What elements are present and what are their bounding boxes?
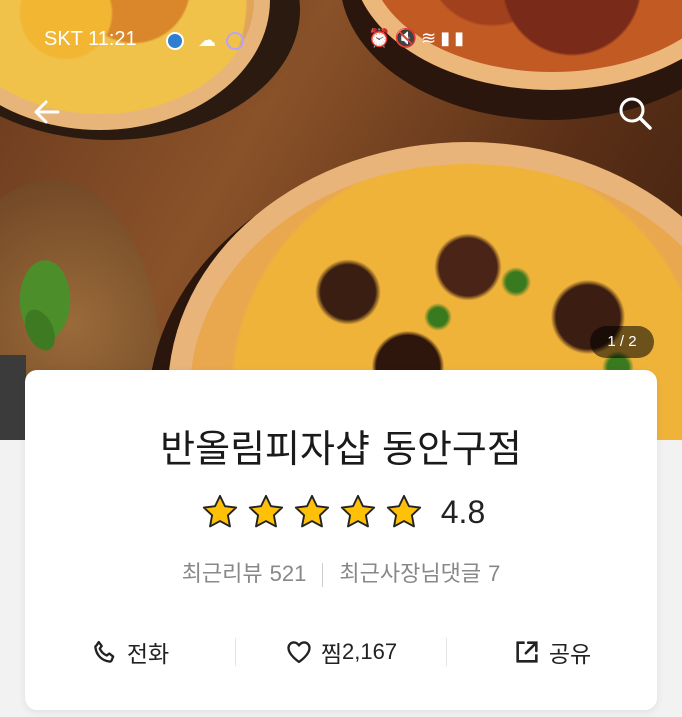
call-label: 전화: [126, 642, 170, 668]
recent-reviews-label: 최근리뷰: [181, 562, 263, 587]
recent-reviews-link[interactable]: 최근리뷰 521: [181, 561, 307, 587]
favorite-count: 2,167: [342, 639, 398, 664]
arrow-left-icon: [34, 100, 60, 124]
call-button[interactable]: 전화: [25, 635, 235, 669]
phone-icon: [94, 640, 115, 663]
mute-icon: 🔇: [394, 28, 422, 48]
rating-value: 4.8: [440, 493, 486, 530]
grater-decoration: [0, 355, 26, 440]
face-icon: [226, 32, 244, 50]
wifi-icon: ≋: [421, 28, 441, 48]
favorite-button[interactable]: 찜 2,167: [236, 635, 446, 669]
status-bar: SKT 11:21 ☁ ⏰🔇≋▮▮: [0, 22, 682, 62]
heart-icon: [287, 641, 311, 664]
owner-replies-count: 7: [488, 561, 501, 586]
star-icon: [340, 494, 375, 528]
divider: [322, 563, 324, 587]
signal-icon: ▮: [440, 28, 455, 48]
star-icon: [248, 494, 283, 528]
star-icon: [202, 494, 237, 528]
system-indicators: ⏰🔇≋▮▮: [368, 28, 468, 49]
share-icon: [516, 641, 538, 663]
owner-replies-link[interactable]: 최근사장님댓글 7: [339, 561, 501, 587]
star-icon: [386, 494, 421, 528]
share-label: 공유: [548, 642, 592, 668]
owner-replies-label: 최근사장님댓글: [339, 562, 482, 587]
weather-icon: [166, 32, 184, 50]
sun-cloud-icon: ☁: [198, 30, 216, 50]
carrier-time: SKT 11:21: [44, 28, 137, 50]
search-button[interactable]: [614, 92, 656, 134]
back-button[interactable]: [28, 92, 68, 132]
store-actions: 전화 찜 2,167 공유: [25, 632, 657, 672]
star-icon: [294, 494, 329, 528]
gallery-pager: 1 / 2: [590, 326, 654, 358]
review-summary: 최근리뷰 521 최근사장님댓글 7: [25, 556, 657, 588]
store-rating[interactable]: 4.8: [25, 490, 657, 534]
recent-reviews-count: 521: [269, 561, 307, 586]
battery-icon: ▮: [454, 28, 468, 48]
favorite-label: 찜: [320, 642, 343, 668]
search-icon: [619, 97, 652, 130]
store-name: 반올림피자샵 동안구점: [160, 427, 522, 471]
store-info-card: 반올림피자샵 동안구점 4.8 최근리뷰 521 최근사장님댓글 7 전화 찜 2,…: [25, 370, 657, 710]
alarm-icon: ⏰: [368, 28, 395, 48]
share-button[interactable]: 공유: [447, 635, 657, 669]
